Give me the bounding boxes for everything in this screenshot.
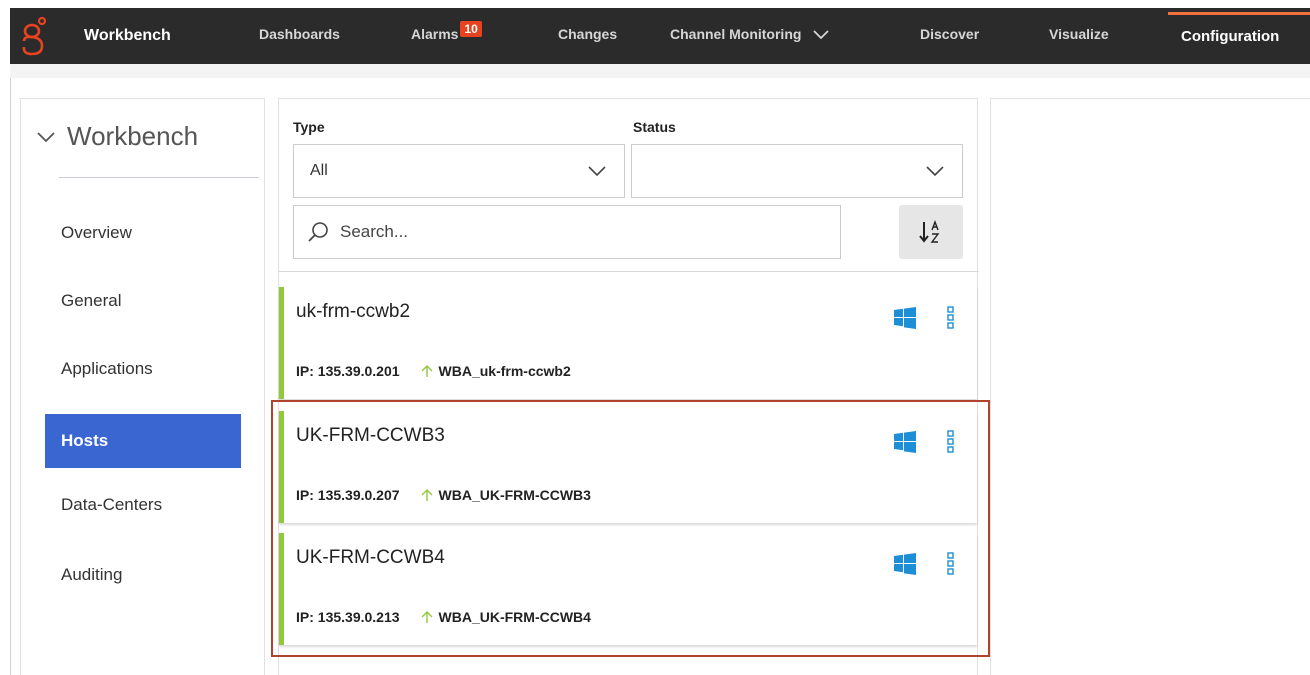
- chevron-down-icon: [37, 131, 55, 142]
- search-input[interactable]: [340, 222, 820, 242]
- host-app-status: WBA_uk-frm-ccwb2: [420, 363, 571, 379]
- sidebar-item-data-centers[interactable]: Data-Centers: [45, 478, 241, 532]
- host-card[interactable]: UK-FRM-CCWB3 IP: 135.39.0.207 WBA_UK-FRM…: [279, 411, 977, 523]
- config-sidebar: Workbench Overview General Applications …: [20, 98, 265, 675]
- sidebar-title: Workbench: [67, 121, 199, 151]
- sort-alpha-button[interactable]: [899, 205, 963, 259]
- sidebar-item-applications[interactable]: Applications: [45, 342, 241, 396]
- host-name: uk-frm-ccwb2: [296, 301, 411, 322]
- nav-channel-monitoring-label: Channel Monitoring: [670, 26, 802, 42]
- active-tab-indicator: [1168, 12, 1310, 15]
- sidebar-item-overview[interactable]: Overview: [45, 206, 241, 260]
- nav-visualize[interactable]: Visualize: [1049, 26, 1109, 42]
- type-filter-select[interactable]: All: [293, 144, 625, 198]
- details-panel: [990, 98, 1310, 675]
- host-app-name: WBA_UK-FRM-CCWB4: [438, 609, 591, 625]
- sidebar-section-header[interactable]: Workbench: [37, 121, 198, 152]
- host-app-name: WBA_UK-FRM-CCWB3: [438, 487, 591, 503]
- arrow-up-icon: [421, 489, 433, 501]
- host-meta: IP: 135.39.0.213 WBA_UK-FRM-CCWB4: [296, 609, 591, 625]
- more-options-icon[interactable]: [944, 305, 956, 331]
- host-app-name: WBA_uk-frm-ccwb2: [438, 363, 571, 379]
- chevron-down-icon: [588, 166, 606, 177]
- arrow-up-icon: [421, 365, 433, 377]
- nav-discover[interactable]: Discover: [920, 26, 979, 42]
- genesys-logo[interactable]: [10, 8, 64, 64]
- sidebar-divider: [59, 177, 259, 178]
- nav-configuration[interactable]: Configuration: [1181, 28, 1279, 45]
- page-edge-divider: [10, 78, 11, 675]
- windows-icon: [894, 307, 916, 329]
- nav-alarms[interactable]: Alarms 10: [411, 21, 482, 43]
- nav-channel-monitoring[interactable]: Channel Monitoring: [670, 26, 829, 42]
- sort-alpha-icon: [919, 220, 940, 243]
- hosts-list-panel: Type Status All uk-frm-ccwb2 IP: [278, 98, 979, 675]
- host-meta: IP: 135.39.0.207 WBA_UK-FRM-CCWB3: [296, 487, 591, 503]
- status-filter-select[interactable]: [631, 144, 963, 198]
- host-card[interactable]: UK-FRM-CCWB4 IP: 135.39.0.213 WBA_UK-FRM…: [279, 533, 977, 645]
- host-ip: IP: 135.39.0.207: [296, 487, 400, 503]
- logo-icon: [22, 16, 47, 56]
- more-options-icon[interactable]: [944, 551, 956, 577]
- arrow-up-icon: [421, 611, 433, 623]
- host-ip: IP: 135.39.0.201: [296, 363, 400, 379]
- search-icon: [308, 222, 328, 242]
- status-filter-label: Status: [633, 119, 676, 135]
- brand-title[interactable]: Workbench: [84, 27, 244, 45]
- sidebar-item-hosts[interactable]: Hosts: [45, 414, 241, 468]
- chevron-down-icon: [926, 166, 944, 177]
- type-filter-value: All: [310, 162, 328, 179]
- more-options-icon[interactable]: [944, 429, 956, 455]
- windows-icon: [894, 431, 916, 453]
- chevron-down-icon: [813, 30, 829, 40]
- host-search-box[interactable]: [293, 205, 841, 259]
- host-card[interactable]: uk-frm-ccwb2 IP: 135.39.0.201 WBA_uk-frm…: [279, 287, 977, 399]
- sidebar-item-general[interactable]: General: [45, 274, 241, 328]
- host-app-status: WBA_UK-FRM-CCWB3: [420, 487, 591, 503]
- alarms-count-badge: 10: [460, 21, 482, 37]
- nav-dashboards[interactable]: Dashboards: [259, 26, 340, 42]
- list-top-divider: [279, 271, 979, 272]
- host-name: UK-FRM-CCWB4: [296, 547, 445, 568]
- sidebar-item-auditing[interactable]: Auditing: [45, 548, 241, 602]
- host-name: UK-FRM-CCWB3: [296, 425, 445, 446]
- top-nav-bar: Workbench Dashboards Alarms 10 Changes Ch…: [10, 8, 1310, 64]
- host-ip: IP: 135.39.0.213: [296, 609, 400, 625]
- type-filter-label: Type: [293, 119, 325, 135]
- host-app-status: WBA_UK-FRM-CCWB4: [420, 609, 591, 625]
- nav-alarms-label: Alarms: [411, 26, 459, 42]
- nav-changes[interactable]: Changes: [558, 26, 617, 42]
- host-meta: IP: 135.39.0.201 WBA_uk-frm-ccwb2: [296, 363, 571, 379]
- windows-icon: [894, 553, 916, 575]
- header-spacer: [10, 64, 1310, 78]
